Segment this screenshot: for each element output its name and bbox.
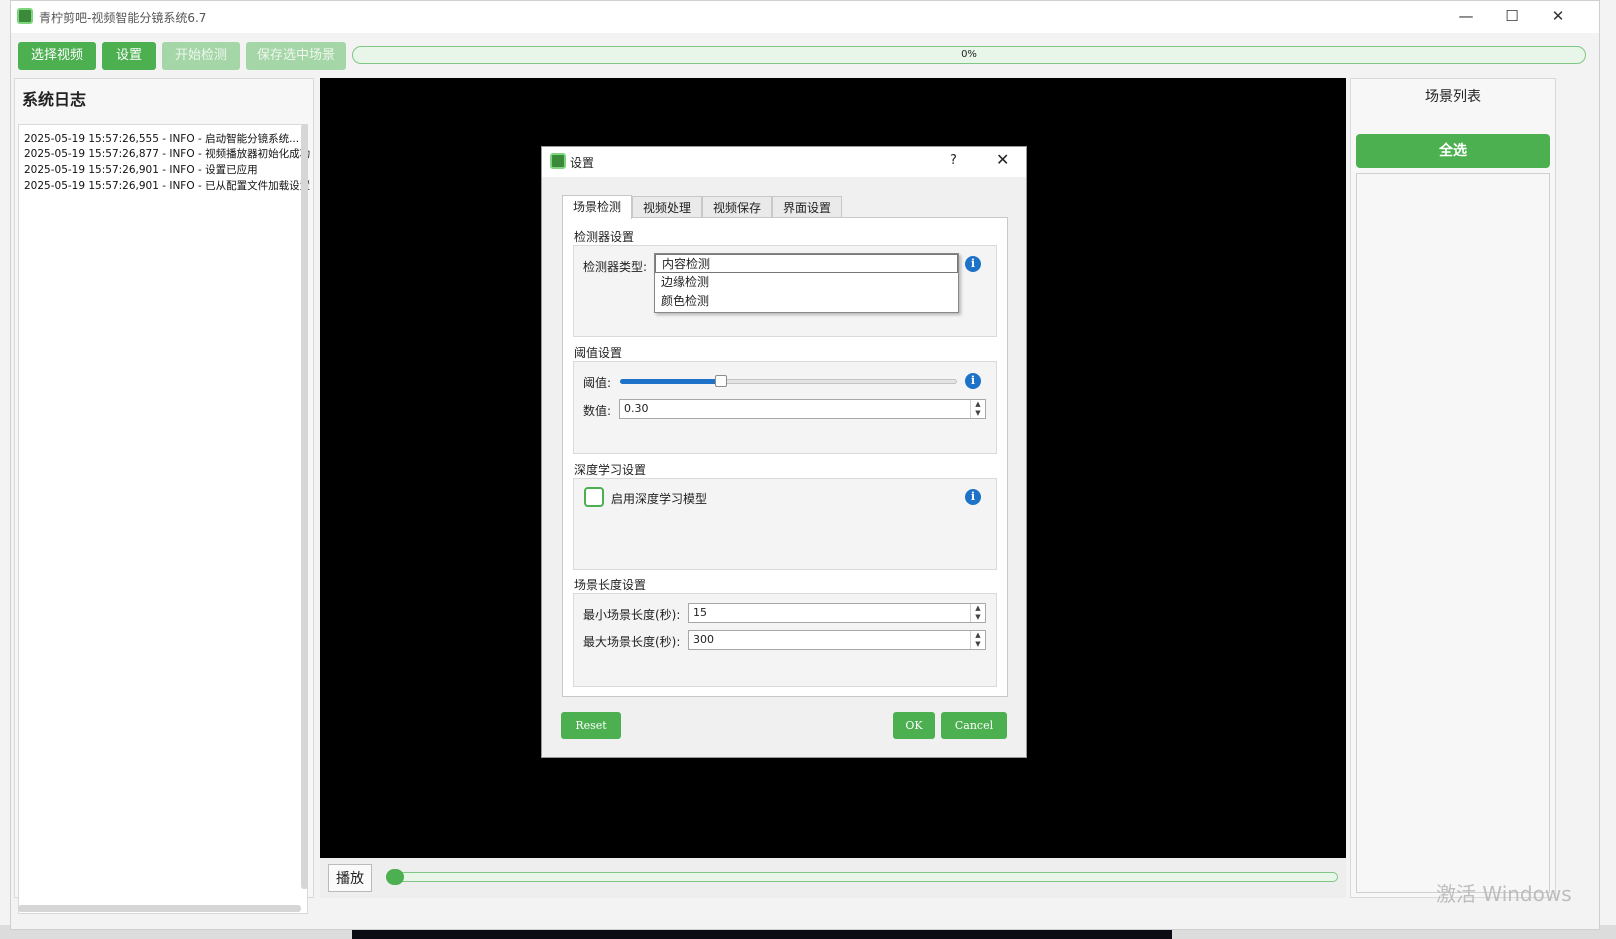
detector-info-icon[interactable]: i (965, 256, 981, 272)
scene-list[interactable] (1356, 173, 1550, 893)
background-right-edge (1600, 0, 1616, 939)
threshold-group-title: 阈值设置 (574, 346, 623, 360)
spin-arrows-icon[interactable]: ▲ ▼ (970, 631, 985, 649)
detector-option-edge[interactable]: 边缘检测 (655, 273, 958, 292)
log-line: 2025-05-19 15:57:26,901 - INFO - 已从配置文件加… (24, 180, 311, 192)
minimize-button[interactable]: — (1443, 1, 1489, 31)
threshold-slider-fill (620, 379, 720, 384)
detector-type-label: 检测器类型: (583, 260, 648, 274)
log-textbox[interactable]: 2025-05-19 15:57:26,555 - INFO - 启动智能分镜系… (18, 124, 311, 914)
seek-slider[interactable] (386, 872, 1338, 882)
app-logo-icon (17, 8, 33, 24)
tab-video-process[interactable]: 视频处理 (632, 196, 702, 218)
progress-text: 0% (961, 49, 977, 60)
min-scene-length-value: 15 (693, 606, 707, 619)
select-video-button[interactable]: 选择视频 (18, 42, 96, 70)
log-line: 2025-05-19 15:57:26,555 - INFO - 启动智能分镜系… (24, 133, 300, 145)
start-detect-button[interactable]: 开始检测 (162, 42, 240, 70)
threshold-info-icon[interactable]: i (965, 373, 981, 389)
log-horizontal-scrollbar[interactable] (18, 905, 301, 912)
detector-option-content[interactable]: 内容检测 (655, 254, 958, 273)
threshold-slider-handle[interactable] (715, 375, 727, 387)
window-titlebar: 青柠剪吧-视频智能分镜系统6.7 — ☐ ✕ (11, 1, 1599, 33)
max-scene-length-value: 300 (693, 633, 714, 646)
scene-length-group-title: 场景长度设置 (574, 578, 647, 592)
maximize-button[interactable]: ☐ (1489, 1, 1535, 31)
detector-type-dropdown[interactable]: 内容检测 边缘检测 颜色检测 (654, 253, 959, 313)
seek-slider-handle[interactable] (386, 869, 404, 885)
dialog-titlebar: 设置 ? ✕ (542, 147, 1026, 177)
tab-video-save[interactable]: 视频保存 (702, 196, 772, 218)
dialog-close-button[interactable]: ✕ (996, 150, 1009, 169)
detector-group-title: 检测器设置 (574, 230, 635, 244)
play-button[interactable]: 播放 (328, 864, 372, 892)
tab-ui-settings[interactable]: 界面设置 (772, 196, 842, 218)
save-scenes-button[interactable]: 保存选中场景 (246, 42, 346, 70)
threshold-slider-label: 阈值: (583, 376, 612, 390)
min-scene-length-spinbox[interactable]: 15 ▲ ▼ (688, 603, 986, 623)
max-scene-length-label: 最大场景长度(秒): (583, 635, 681, 649)
scene-list-title: 场景列表 (1425, 89, 1481, 105)
cancel-button[interactable]: Cancel (941, 712, 1007, 739)
spin-arrows-icon[interactable]: ▲ ▼ (970, 604, 985, 622)
help-button[interactable]: ? (950, 153, 957, 168)
deep-learning-group-title: 深度学习设置 (574, 463, 647, 477)
threshold-value-spinbox[interactable]: 0.30 ▲ ▼ (619, 399, 986, 419)
window-title: 青柠剪吧-视频智能分镜系统6.7 (39, 11, 207, 25)
close-button[interactable]: ✕ (1535, 1, 1581, 31)
background-left-edge (0, 0, 10, 939)
activation-watermark: 激活 Windows (1436, 882, 1572, 906)
deep-learning-info-icon[interactable]: i (965, 489, 981, 505)
threshold-value-label: 数值: (583, 404, 612, 418)
log-vertical-scrollbar[interactable] (301, 124, 308, 889)
log-line: 2025-05-19 15:57:26,877 - INFO - 视频播放器初始… (24, 148, 311, 160)
ok-button[interactable]: OK (893, 712, 935, 739)
settings-button[interactable]: 设置 (102, 42, 156, 70)
deep-learning-checkbox[interactable] (584, 487, 604, 507)
min-scene-length-label: 最小场景长度(秒): (583, 608, 681, 622)
reset-button[interactable]: Reset (561, 712, 621, 739)
threshold-value-text: 0.30 (624, 402, 649, 415)
deep-learning-checkbox-label: 启用深度学习模型 (611, 492, 708, 506)
dialog-title: 设置 (570, 156, 595, 170)
tab-scene-detect[interactable]: 场景检测 (562, 195, 632, 219)
select-all-button[interactable]: 全选 (1356, 134, 1550, 168)
log-title: 系统日志 (22, 90, 87, 109)
dialog-app-icon (550, 153, 566, 169)
max-scene-length-spinbox[interactable]: 300 ▲ ▼ (688, 630, 986, 650)
progress-bar: 0% (352, 46, 1586, 64)
spin-arrows-icon[interactable]: ▲ ▼ (970, 400, 985, 418)
settings-dialog: 设置 ? ✕ 场景检测 视频处理 视频保存 界面设置 检测器设置 检测器类型: … (541, 146, 1027, 758)
log-line: 2025-05-19 15:57:26,901 - INFO - 设置已应用 (24, 164, 258, 176)
detector-option-color[interactable]: 颜色检测 (655, 292, 958, 311)
